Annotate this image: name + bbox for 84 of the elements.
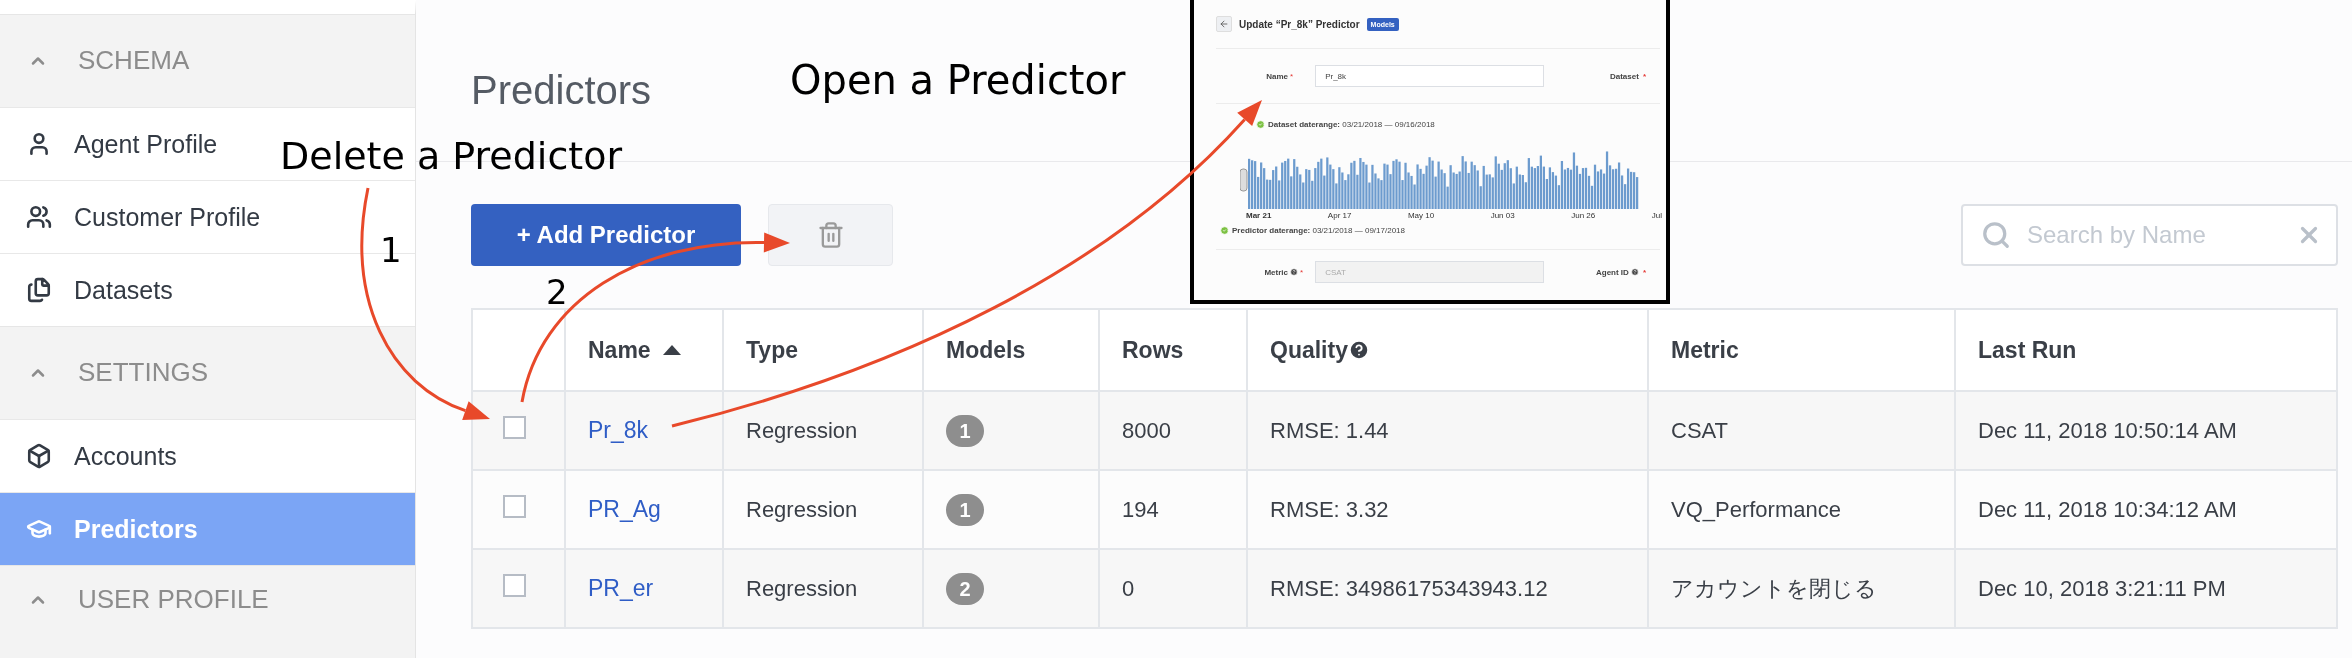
field-label: Dataset: [1609, 71, 1639, 81]
axis-label: May 10: [1407, 211, 1435, 220]
form-title: Update “Pr_8k” Predictor: [1239, 18, 1360, 30]
table-cell: RMSE: 1.44: [1270, 417, 1389, 443]
table-cell: CSAT: [1671, 417, 1729, 443]
column-header[interactable]: Metric: [1648, 309, 1955, 391]
trash-icon: [816, 221, 845, 249]
table-cell: Regression: [746, 496, 858, 522]
column-title: Models: [946, 336, 1026, 364]
table-cell: Regression: [746, 417, 858, 443]
required-mark: *: [1290, 71, 1294, 81]
models-count: 1: [946, 493, 984, 526]
annotation-text: Delete a Predictor: [280, 136, 623, 178]
daterange-text: Predictor daterange: 03/21/2018 — 09/17/2018: [1232, 226, 1405, 235]
column-header[interactable]: Models: [923, 309, 1099, 391]
models-count: 1: [946, 414, 984, 447]
predictor-link[interactable]: PR_Ag: [588, 496, 661, 522]
people-icon: [26, 204, 52, 230]
predictor-link[interactable]: Pr_8k: [588, 417, 649, 443]
field-label: Metric: [1263, 267, 1288, 277]
nav-item[interactable]: Agent Profile: [26, 129, 218, 159]
daterange-text: Dataset daterange: 03/21/2018 — 09/16/2018: [1268, 120, 1435, 129]
add-predictor-button[interactable]: + Add Predictor: [471, 204, 741, 266]
column-title: Quality: [1270, 336, 1348, 364]
help-icon[interactable]: [1347, 339, 1370, 361]
models-count: 2: [946, 572, 984, 605]
search-field[interactable]: Search by Name: [2025, 220, 2282, 250]
check-icon: [1256, 120, 1265, 129]
table-cell: 8000: [1122, 417, 1171, 443]
axis-label: Jul: [1651, 211, 1662, 220]
name-field[interactable]: Pr_8k: [1315, 65, 1545, 87]
column-header[interactable]: Quality: [1247, 309, 1648, 391]
column-title: Name: [588, 336, 651, 364]
required-mark: *: [1300, 267, 1304, 277]
required-mark: *: [1642, 267, 1646, 277]
axis-label: Jun 26: [1571, 211, 1596, 220]
search-icon: [1981, 220, 2011, 250]
column-title: Metric: [1671, 336, 1739, 364]
table-cell: Regression: [746, 575, 858, 601]
table-cell: VQ_Performance: [1671, 496, 1841, 522]
table-cell: アカウントを閉じる: [1671, 575, 1877, 601]
check-icon: [1220, 226, 1229, 235]
column-header[interactable]: Name: [565, 309, 723, 391]
table-cell: Dec 11, 2018 10:50:14 AM: [1978, 417, 2237, 443]
axis-label: Mar 21: [1246, 211, 1272, 220]
column-title: Type: [746, 336, 798, 364]
section-title: SETTINGS: [78, 357, 208, 387]
required-mark: *: [1642, 71, 1646, 81]
column-title: Rows: [1122, 336, 1184, 364]
nav-item[interactable]: Datasets: [26, 275, 173, 305]
cube-icon: [26, 443, 52, 469]
back-button[interactable]: [1216, 16, 1232, 32]
axis-label: Apr 17: [1327, 211, 1352, 220]
table-cell: 194: [1122, 496, 1159, 522]
back-arrow-icon: [1219, 19, 1229, 29]
field-label: Name: [1265, 71, 1288, 81]
column-title: Last Run: [1978, 336, 2077, 364]
annotation-text: 2: [546, 274, 568, 312]
table-cell: Dec 11, 2018 10:34:12 AM: [1978, 496, 2237, 522]
help-icon[interactable]: [1630, 268, 1639, 276]
help-icon[interactable]: [1290, 268, 1298, 276]
table-cell: RMSE: 3.32: [1270, 496, 1389, 522]
annotation-text: 1: [380, 232, 402, 270]
column-header[interactable]: Rows: [1099, 309, 1247, 391]
table-cell: RMSE: 34986175343943.12: [1270, 575, 1548, 601]
table-cell: Dec 10, 2018 3:21:11 PM: [1978, 575, 2226, 601]
search-bar[interactable]: Search by Name: [1961, 204, 2338, 266]
documents-icon: [26, 277, 52, 303]
annotation-text: Open a Predictor: [790, 58, 1126, 102]
page-title: Predictors: [471, 67, 652, 114]
row-checkbox[interactable]: [503, 495, 526, 518]
row-checkbox[interactable]: [503, 574, 526, 597]
predictor-link[interactable]: PR_er: [588, 575, 654, 601]
column-header[interactable]: Last Run: [1955, 309, 2337, 391]
section-title: SCHEMA: [78, 45, 190, 75]
column-header[interactable]: Type: [723, 309, 923, 391]
table-cell: 0: [1122, 575, 1135, 601]
section-title: USER PROFILE: [78, 584, 269, 614]
nav-item[interactable]: Accounts: [26, 441, 177, 471]
sort-arrow-icon[interactable]: [662, 345, 681, 355]
field-label: Agent ID: [1596, 267, 1629, 277]
nav-item[interactable]: Customer Profile: [26, 202, 261, 232]
row-checkbox[interactable]: [503, 416, 526, 439]
axis-label: Jun 03: [1490, 211, 1515, 220]
